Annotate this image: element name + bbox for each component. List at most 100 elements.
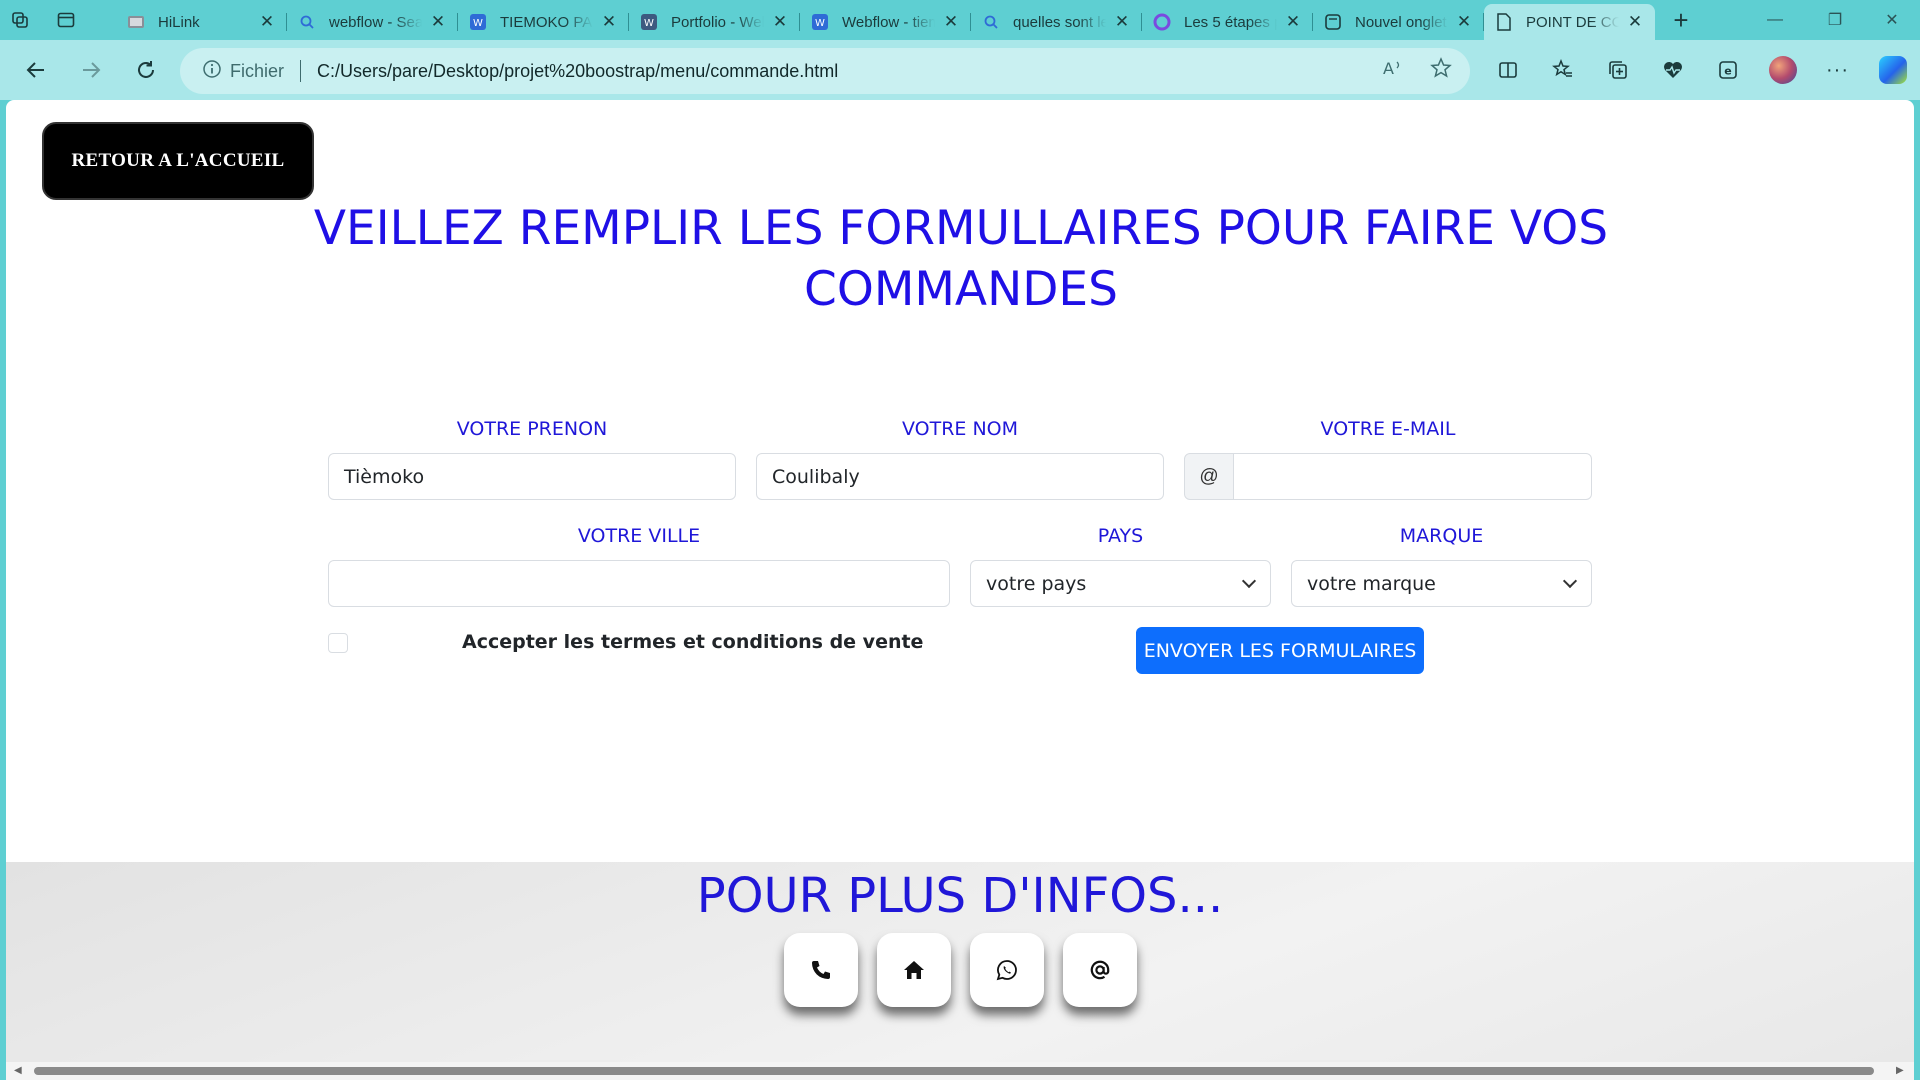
svg-text:W: W [815, 18, 825, 29]
country-label: PAYS [1097, 525, 1144, 547]
url-text[interactable]: C:/Users/pare/Desktop/projet%20boostrap/… [317, 61, 838, 82]
refresh-icon[interactable] [118, 50, 173, 90]
close-tab-icon[interactable]: ✕ [1625, 12, 1645, 32]
tab-label: POINT DE COMMANDE [1526, 13, 1619, 31]
browser-essentials-icon[interactable] [1645, 50, 1700, 90]
webflow-icon: W [468, 12, 488, 32]
browser-tab[interactable]: W Webflow - tiemoko ✕ [800, 6, 971, 38]
browser-tab[interactable]: W Portfolio - Webflow ✕ [629, 6, 800, 38]
close-tab-icon[interactable]: ✕ [1283, 12, 1303, 32]
more-menu-icon[interactable]: ··· [1810, 50, 1865, 90]
webflow-icon: W [810, 12, 830, 32]
favorite-star-icon[interactable] [1430, 57, 1452, 85]
country-select[interactable]: votre pays [970, 560, 1271, 607]
browser-tab-active[interactable]: POINT DE COMMANDE ✕ [1484, 4, 1655, 40]
tab-actions-icon[interactable] [46, 0, 86, 40]
whatsapp-icon[interactable] [970, 933, 1044, 1007]
workspaces-icon[interactable] [0, 0, 40, 40]
divider [300, 60, 302, 82]
submit-forms-button[interactable]: ENVOYER LES FORMULAIRES [1136, 627, 1424, 674]
tab-label: Nouvel onglet [1355, 13, 1447, 31]
close-tab-icon[interactable]: ✕ [428, 12, 448, 32]
tab-label: quelles sont les [1013, 13, 1106, 31]
svg-text:W: W [473, 18, 483, 29]
page-viewport: RETOUR A L'ACCUEIL VEILLEZ REMPLIR LES F… [6, 100, 1914, 1080]
scroll-right-arrow-icon[interactable]: ▶ [1896, 1065, 1906, 1077]
email-label: VOTRE E-MAIL [1320, 418, 1456, 440]
tab-label: Les 5 étapes pour [1184, 13, 1277, 31]
email-input[interactable] [1234, 453, 1592, 500]
newtab-icon [1323, 12, 1343, 32]
browser-tab[interactable]: webflow - Search ✕ [287, 6, 458, 38]
split-screen-icon[interactable] [1480, 50, 1535, 90]
copilot-icon [1152, 12, 1172, 32]
scrollbar-thumb[interactable] [34, 1067, 1874, 1075]
footer-title: POUR PLUS D'INFOS... [696, 868, 1224, 924]
address-bar[interactable]: Fichier C:/Users/pare/Desktop/projet%20b… [180, 48, 1470, 94]
brand-select[interactable]: votre marque [1291, 560, 1592, 607]
minimize-button[interactable]: — [1745, 0, 1805, 40]
browser-tab[interactable]: Nouvel onglet ✕ [1313, 6, 1484, 38]
close-tab-icon[interactable]: ✕ [941, 12, 961, 32]
horizontal-scrollbar[interactable]: ◀ ▶ [6, 1062, 1914, 1080]
svg-text:W: W [644, 18, 654, 29]
at-icon[interactable] [1063, 933, 1137, 1007]
city-label: VOTRE VILLE [577, 525, 701, 547]
home-icon[interactable] [877, 933, 951, 1007]
phone-icon[interactable] [784, 933, 858, 1007]
close-tab-icon[interactable]: ✕ [599, 12, 619, 32]
terms-label: Accepter les termes et conditions de ven… [462, 631, 924, 653]
city-input[interactable] [328, 560, 950, 607]
terms-checkbox[interactable] [328, 633, 348, 653]
page-title: VEILLEZ REMPLIR LES FORMULLAIRES POUR FA… [313, 201, 1609, 317]
scroll-left-arrow-icon[interactable]: ◀ [14, 1065, 24, 1077]
search-icon [297, 12, 317, 32]
new-tab-button[interactable]: + [1661, 0, 1701, 40]
profile-avatar[interactable] [1755, 50, 1810, 90]
last-name-input[interactable]: Coulibaly [756, 453, 1164, 500]
svg-text:e: e [1724, 65, 1731, 78]
read-aloud-icon[interactable]: A [1382, 58, 1404, 84]
country-selected-value: votre pays [986, 572, 1087, 595]
tab-label: HiLink [158, 13, 200, 31]
first-name-label: VOTRE PRENON [456, 418, 608, 440]
close-tab-icon[interactable]: ✕ [1454, 12, 1474, 32]
page-icon [1494, 12, 1514, 32]
first-name-input[interactable]: Tièmoko [328, 453, 736, 500]
last-name-value: Coulibaly [772, 465, 860, 488]
close-tab-icon[interactable]: ✕ [770, 12, 790, 32]
edge-extension-icon[interactable]: e [1700, 50, 1755, 90]
webflow-icon: W [639, 12, 659, 32]
browser-tab[interactable]: quelles sont les ✕ [971, 6, 1142, 38]
site-info-icon[interactable] [202, 59, 222, 84]
close-window-button[interactable]: ✕ [1862, 0, 1920, 40]
restore-button[interactable]: ❐ [1805, 0, 1865, 40]
tab-label: TIEMOKO PARE [500, 13, 593, 31]
search-icon [981, 12, 1001, 32]
browser-tab[interactable]: HiLink ✕ [116, 6, 287, 38]
collections-icon[interactable] [1590, 50, 1645, 90]
brand-label: MARQUE [1399, 525, 1484, 547]
copilot-icon[interactable] [1865, 50, 1920, 90]
chevron-down-icon [1562, 573, 1578, 588]
first-name-value: Tièmoko [344, 465, 425, 488]
back-arrow-icon[interactable] [8, 50, 63, 90]
last-name-label: VOTRE NOM [901, 418, 1019, 440]
close-tab-icon[interactable]: ✕ [257, 12, 277, 32]
url-scheme-label: Fichier [230, 60, 285, 81]
browser-tab[interactable]: Les 5 étapes pour ✕ [1142, 6, 1313, 38]
svg-text:A: A [1383, 59, 1394, 78]
close-tab-icon[interactable]: ✕ [1112, 12, 1132, 32]
browser-toolbar: Fichier C:/Users/pare/Desktop/projet%20b… [0, 40, 1920, 100]
chevron-down-icon [1241, 573, 1257, 588]
tab-label: Webflow - tiemoko [842, 13, 935, 31]
browser-tab[interactable]: W TIEMOKO PARE ✕ [458, 6, 629, 38]
back-home-button[interactable]: RETOUR A L'ACCUEIL [42, 122, 314, 200]
tab-label: webflow - Search [329, 13, 422, 31]
favorites-icon[interactable] [1535, 50, 1590, 90]
browser-tab-strip: HiLink ✕ webflow - Search ✕ W TIEMOKO PA… [0, 0, 1920, 40]
email-input-group: @ [1184, 453, 1592, 500]
forward-arrow-icon[interactable] [63, 50, 118, 90]
tab-label: Portfolio - Webflow [671, 13, 764, 31]
huawei-icon [126, 12, 146, 32]
